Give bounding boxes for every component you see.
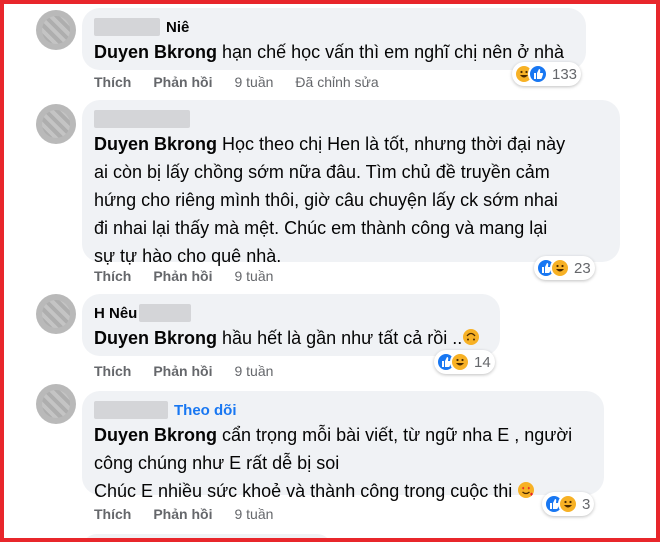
reaction-summary[interactable]: 23 bbox=[534, 256, 595, 280]
like-button[interactable]: Thích bbox=[94, 268, 131, 284]
avatar[interactable] bbox=[36, 104, 76, 144]
comment-text-line: ai còn bị lấy chồng sớm nữa đâu. Tìm chủ… bbox=[94, 162, 550, 182]
haha-icon bbox=[558, 494, 578, 514]
reaction-count: 14 bbox=[474, 353, 491, 371]
comment-actions: Thích Phản hồi 9 tuần bbox=[94, 268, 295, 284]
comment-text-line: đi nhai lại thấy mà mệt. Chúc em thành c… bbox=[94, 218, 548, 238]
follow-link[interactable]: Theo dõi bbox=[174, 402, 237, 419]
mention-tag[interactable]: Duyen Bkrong bbox=[94, 425, 217, 445]
comment-text-line: hứng cho riêng mình thôi, giờ câu chuyện… bbox=[94, 190, 558, 210]
comment-text-line: cẩn trọng mỗi bài viết, từ ngữ nha E , n… bbox=[222, 425, 573, 445]
comment-actions: Thích Phản hồi 9 tuần bbox=[94, 506, 295, 522]
blurred-name bbox=[94, 18, 160, 36]
mention-tag[interactable]: Duyen Bkrong bbox=[94, 328, 217, 348]
reply-button[interactable]: Phản hồi bbox=[153, 74, 212, 90]
reaction-count: 133 bbox=[552, 65, 578, 83]
haha-icon bbox=[450, 352, 470, 372]
upside-down-face-icon bbox=[462, 326, 480, 345]
mention-tag[interactable]: Duyen Bkrong bbox=[94, 42, 217, 62]
reaction-count: 23 bbox=[574, 259, 591, 277]
like-icon bbox=[528, 64, 548, 84]
comment-actions: Thích Phản hồi 9 tuần bbox=[94, 363, 295, 379]
blurred-name bbox=[94, 401, 168, 419]
avatar[interactable] bbox=[36, 10, 76, 50]
reaction-summary[interactable]: 3 bbox=[542, 492, 595, 516]
comment-text-line: Chúc E nhiều sức khoẻ và thành công tron… bbox=[94, 481, 513, 501]
avatar[interactable] bbox=[36, 384, 76, 424]
comment-text-line: sự tự hào cho quê nhà. bbox=[94, 246, 282, 266]
timestamp[interactable]: 9 tuần bbox=[234, 74, 273, 90]
reaction-count: 3 bbox=[582, 495, 591, 513]
comment-text: hạn chế học vấn thì em nghĩ chị nên ở nh… bbox=[222, 42, 565, 62]
author-name[interactable]: H Nêu bbox=[94, 305, 137, 322]
author-name[interactable]: Niê bbox=[166, 19, 189, 36]
comment-bubble: Theo dõi Duyen Bkrong cẩn trọng mỗi bài … bbox=[82, 391, 604, 501]
comment-bubble: Duyen Bkrong Học theo chị Hen là tốt, nh… bbox=[82, 100, 620, 266]
reply-button[interactable]: Phản hồi bbox=[153, 506, 212, 522]
comment-bubble: H Nêu Duyen Bkrong hầu hết là gần như tấ… bbox=[82, 294, 500, 356]
edited-label: Đã chỉnh sửa bbox=[295, 74, 379, 90]
timestamp[interactable]: 9 tuần bbox=[234, 268, 273, 284]
like-button[interactable]: Thích bbox=[94, 506, 131, 522]
comment-bubble: Niê Duyen Bkrong hạn chế học vấn thì em … bbox=[82, 8, 586, 70]
blurred-name bbox=[139, 304, 192, 322]
comment-text: hầu hết là gần như tất cả rồi .. bbox=[222, 328, 463, 348]
reaction-summary[interactable]: 14 bbox=[434, 350, 495, 374]
like-button[interactable]: Thích bbox=[94, 74, 131, 90]
comment-actions: Thích Phản hồi 9 tuần Đã chỉnh sửa bbox=[94, 74, 379, 90]
comment-bubble-partial bbox=[82, 534, 332, 538]
screenshot-frame: Niê Duyen Bkrong hạn chế học vấn thì em … bbox=[0, 0, 660, 542]
reply-button[interactable]: Phản hồi bbox=[153, 363, 212, 379]
haha-icon bbox=[550, 258, 570, 278]
comment-text-line: Học theo chị Hen là tốt, nhưng thời đại … bbox=[222, 134, 566, 154]
comment-text-line: công chúng như E rất dễ bị soi bbox=[94, 453, 340, 473]
like-button[interactable]: Thích bbox=[94, 363, 131, 379]
timestamp[interactable]: 9 tuần bbox=[234, 363, 273, 379]
mention-tag[interactable]: Duyen Bkrong bbox=[94, 134, 217, 154]
heart-face-icon bbox=[517, 479, 535, 498]
timestamp[interactable]: 9 tuần bbox=[234, 506, 273, 522]
reaction-summary[interactable]: 133 bbox=[512, 62, 582, 86]
reply-button[interactable]: Phản hồi bbox=[153, 268, 212, 284]
blurred-name bbox=[94, 110, 190, 128]
avatar[interactable] bbox=[36, 294, 76, 334]
